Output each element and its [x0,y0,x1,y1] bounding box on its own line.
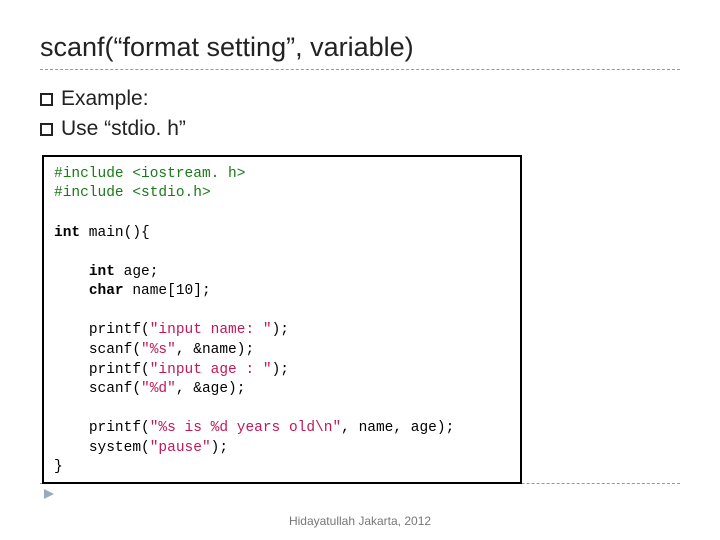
code-text: age; [115,264,159,280]
code-text: , &name); [176,342,254,358]
keyword: int [54,225,80,241]
code-line [54,243,510,263]
indent [54,362,89,378]
string-literal: "%d" [141,381,176,397]
bullet-text: Use “stdio. h” [61,114,186,144]
slide-title: scanf(“format setting”, variable) [40,32,680,70]
code-text: ); [211,440,228,456]
code-text: scanf( [89,381,141,397]
code-text: system( [89,440,150,456]
code-line [54,400,510,420]
play-icon [42,484,56,507]
code-line: int main(){ [54,224,510,244]
string-literal: "%s is %d years old\n" [150,420,341,436]
indent [54,440,89,456]
square-bullet-icon [40,123,53,136]
code-line: system("pause"); [54,439,510,459]
code-line: #include <stdio.h> [54,184,510,204]
code-text: printf( [89,420,150,436]
code-line [54,204,510,224]
include-header: <iostream. h> [132,166,245,182]
code-line: printf("%s is %d years old\n", name, age… [54,419,510,439]
code-block: #include <iostream. h> #include <stdio.h… [42,155,522,484]
code-text: , &age); [176,381,246,397]
keyword: int [89,264,115,280]
indent [54,420,89,436]
indent [54,322,89,338]
code-line: } [54,458,510,478]
code-text: scanf( [89,342,141,358]
code-text: printf( [89,362,150,378]
code-text: printf( [89,322,150,338]
keyword: char [89,283,124,299]
preprocessor: #include [54,185,132,201]
code-line: #include <iostream. h> [54,165,510,185]
include-header: <stdio.h> [132,185,210,201]
code-line: scanf("%s", &name); [54,341,510,361]
code-line: printf("input age : "); [54,361,510,381]
indent [54,342,89,358]
slide-content: scanf(“format setting”, variable) Exampl… [0,0,720,484]
code-text: ); [272,362,289,378]
square-bullet-icon [40,93,53,106]
string-literal: "pause" [150,440,211,456]
bullet-item: Use “stdio. h” [40,114,680,144]
string-literal: "input name: " [150,322,272,338]
footer-text: Hidayatullah Jakarta, 2012 [0,514,720,528]
indent [54,381,89,397]
preprocessor: #include [54,166,132,182]
bullet-text: Example: [61,84,149,114]
string-literal: "input age : " [150,362,272,378]
code-text: , name, age); [341,420,454,436]
indent [54,264,89,280]
code-text: name[10]; [124,283,211,299]
code-line: printf("input name: "); [54,321,510,341]
string-literal: "%s" [141,342,176,358]
bullet-item: Example: [40,84,680,114]
code-text: main(){ [80,225,150,241]
code-line: int age; [54,263,510,283]
code-line: scanf("%d", &age); [54,380,510,400]
code-line [54,302,510,322]
code-line: char name[10]; [54,282,510,302]
indent [54,283,89,299]
code-text: ); [272,322,289,338]
bullet-list: Example: Use “stdio. h” [40,84,680,145]
